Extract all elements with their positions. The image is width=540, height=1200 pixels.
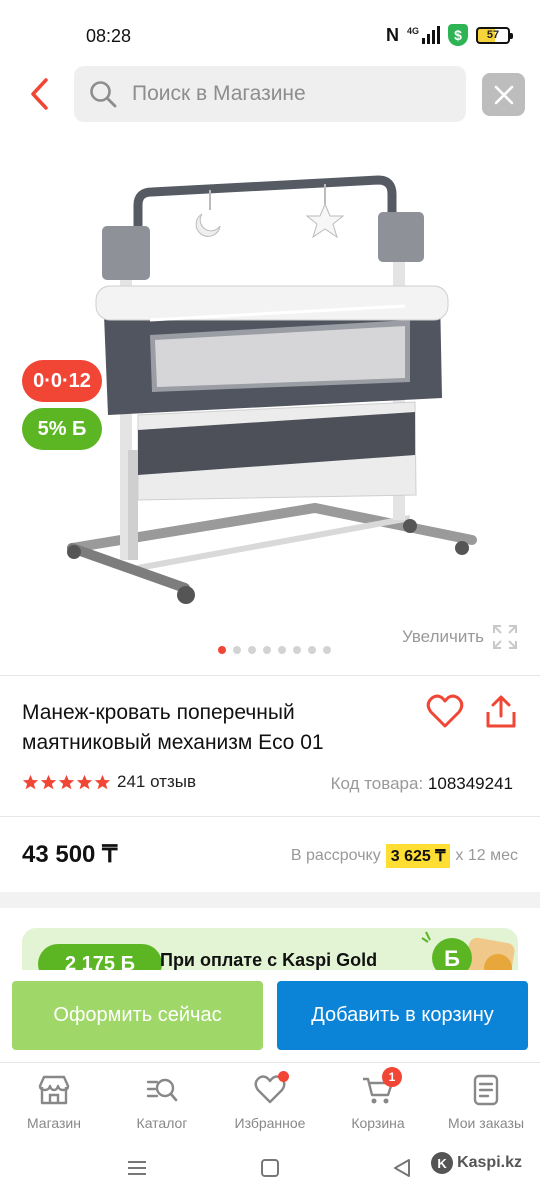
close-icon	[494, 85, 513, 104]
nfc-icon: N	[385, 24, 399, 45]
star-icon	[40, 774, 57, 789]
reviews-link[interactable]: 241 отзыв	[117, 772, 196, 792]
status-icons: N 4G $ 57	[385, 24, 513, 46]
favorites-notification-dot	[278, 1071, 289, 1082]
gallery-dot[interactable]	[277, 646, 286, 654]
search-input[interactable]: Поиск в Магазине	[74, 66, 466, 122]
nav-item-catalog[interactable]: Каталог	[108, 1063, 216, 1142]
shop-icon	[38, 1075, 70, 1105]
gallery-dot[interactable]	[232, 646, 241, 654]
action-bar: Оформить сейчас Добавить в корзину	[0, 970, 540, 1062]
nav-label: Каталог	[136, 1115, 188, 1131]
watermark-text: Kaspi.kz	[457, 1154, 522, 1171]
star-rating	[22, 774, 111, 791]
battery-level: 57	[486, 29, 500, 41]
security-shield-icon: $	[448, 24, 468, 46]
share-icon	[486, 695, 516, 728]
close-button[interactable]	[482, 73, 525, 116]
price: 43 500 ₸	[22, 841, 118, 868]
header: Поиск в Магазине	[0, 64, 540, 124]
nav-item-favorites[interactable]: Избранное	[216, 1063, 324, 1142]
star-icon	[94, 774, 111, 789]
status-time: 08:28	[86, 26, 132, 46]
bottom-nav: Магазин Каталог Избранное 1 Корзина Мои …	[0, 1062, 540, 1142]
gallery-dot[interactable]	[307, 646, 316, 654]
buy-now-button[interactable]: Оформить сейчас	[12, 981, 263, 1050]
kaspi-logo-icon: K	[431, 1152, 454, 1174]
star-icon	[76, 774, 93, 789]
rating-row[interactable]: 241 отзыв	[22, 772, 196, 792]
back-triangle-icon[interactable]	[392, 1158, 412, 1178]
gallery-dot[interactable]	[262, 646, 271, 654]
product-photo-crib	[67, 175, 477, 604]
back-button[interactable]	[22, 76, 56, 112]
gallery-dot[interactable]	[322, 646, 331, 654]
product-gallery[interactable]: 0·0·12 5% Б Увеличить	[0, 140, 540, 670]
star-icon	[58, 774, 75, 789]
product-code-value: 108349241	[427, 774, 513, 793]
chevron-left-icon	[31, 78, 48, 110]
catalog-search-icon	[146, 1078, 178, 1102]
cart-count-badge: 1	[382, 1067, 402, 1087]
nav-item-shop[interactable]: Магазин	[0, 1063, 108, 1142]
nav-item-orders[interactable]: Мои заказы	[432, 1063, 540, 1142]
system-nav-bar: K Kaspi.kz	[0, 1142, 540, 1200]
installment-amount: 3 625 ₸	[385, 844, 451, 868]
product-code: Код товара: 108349241	[331, 774, 513, 794]
menu-icon[interactable]	[126, 1158, 148, 1178]
signal-icon: 4G	[407, 26, 440, 44]
kaspi-watermark: K Kaspi.kz	[431, 1152, 522, 1174]
svg-text:Б: Б	[444, 946, 460, 971]
gallery-dot[interactable]	[247, 646, 256, 654]
share-button[interactable]	[484, 694, 518, 730]
nav-label: Мои заказы	[447, 1115, 525, 1131]
status-bar: 08:28 N 4G $ 57	[0, 0, 540, 60]
network-type: 4G	[406, 26, 419, 36]
promo-text: При оплате с Kaspi Gold	[160, 950, 378, 970]
installment-prefix: В рассрочку	[290, 847, 381, 864]
add-to-cart-button[interactable]: Добавить в корзину	[277, 981, 528, 1050]
gallery-dot[interactable]	[292, 646, 301, 654]
zoom-label: Увеличить	[402, 627, 484, 646]
favorite-button[interactable]	[426, 694, 464, 730]
price-row: 43 500 ₸ В рассрочку 3 625 ₸ x 12 мес	[22, 840, 518, 870]
orders-icon	[473, 1074, 499, 1106]
product-code-label: Код товара:	[330, 774, 424, 793]
gallery-pagination	[0, 646, 540, 654]
battery-icon: 57	[476, 26, 513, 44]
section-separator	[0, 892, 540, 908]
search-icon	[90, 81, 117, 108]
star-icon	[22, 774, 39, 789]
nav-item-cart[interactable]: 1 Корзина	[324, 1063, 432, 1142]
nav-label: Корзина	[351, 1115, 405, 1131]
nav-label: Магазин	[26, 1115, 81, 1131]
product-title: Манеж-кровать поперечный маятниковый мех…	[22, 701, 324, 754]
installment-badge: 0·0·12	[22, 360, 102, 402]
nav-label: Избранное	[234, 1115, 306, 1131]
installment-suffix: x 12 мес	[455, 847, 518, 864]
home-icon[interactable]	[260, 1158, 280, 1178]
installment-info[interactable]: В рассрочку 3 625 ₸ x 12 мес	[291, 844, 518, 868]
divider	[0, 675, 540, 676]
heart-icon	[426, 694, 464, 728]
search-placeholder: Поиск в Магазине	[132, 82, 306, 105]
gallery-dot[interactable]	[217, 646, 226, 654]
bonus-badge: 5% Б	[22, 408, 102, 450]
divider	[0, 816, 540, 817]
